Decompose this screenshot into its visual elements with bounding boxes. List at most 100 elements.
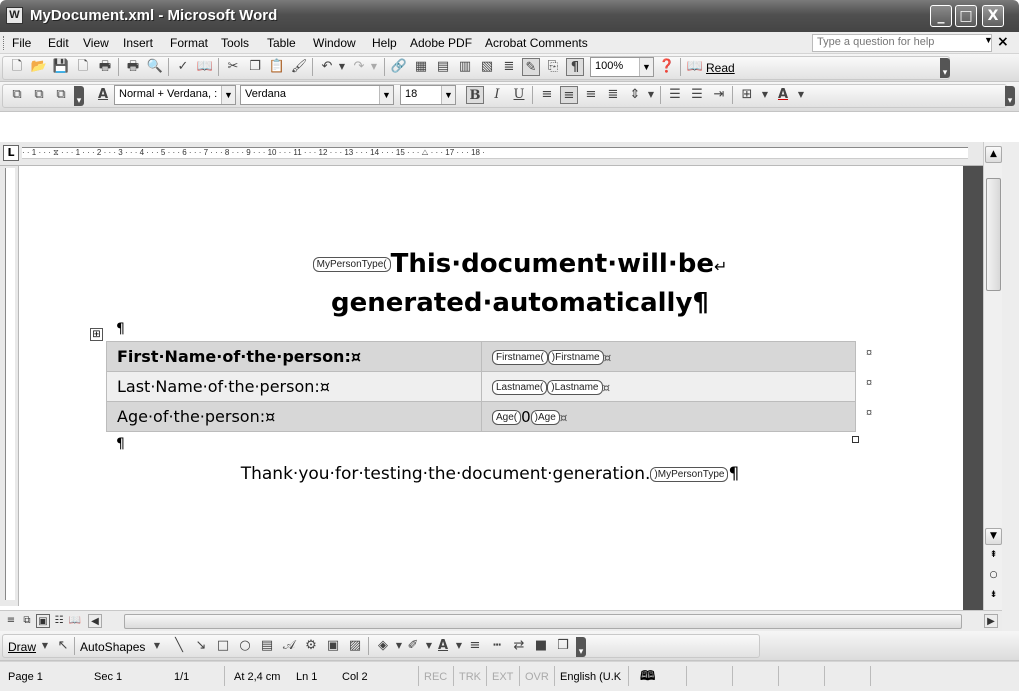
menu-window[interactable]: Window: [313, 36, 356, 50]
hyperlink-icon[interactable]: 🔗: [390, 58, 408, 76]
arrow-icon[interactable]: ↘: [192, 637, 210, 655]
xml-tag-mypersontype-close[interactable]: )MyPersonType: [650, 466, 729, 482]
spelling-icon[interactable]: ✓: [174, 58, 192, 76]
print-icon[interactable]: 🖶: [124, 58, 142, 76]
dash-style-icon[interactable]: ┅: [488, 637, 506, 655]
bold-icon[interactable]: B: [466, 86, 484, 104]
chevron-down-icon[interactable]: ▼: [379, 86, 393, 104]
toolbar-options-icon[interactable]: ▾: [74, 86, 84, 106]
columns-icon[interactable]: ▧: [478, 58, 496, 76]
document-page[interactable]: MyPersonType(This·document·will·be↵ gene…: [20, 166, 983, 610]
scroll-up-icon[interactable]: ▲: [985, 146, 1002, 163]
next-page-icon[interactable]: ⇟: [985, 588, 1002, 605]
xml-tag-firstname-close[interactable]: )Firstname: [547, 350, 604, 365]
outline-view-icon[interactable]: ☷: [52, 614, 66, 628]
justify-icon[interactable]: ≣: [604, 86, 622, 104]
close-button[interactable]: X: [982, 5, 1004, 27]
text-box-icon[interactable]: ▤: [258, 637, 276, 655]
xml-tag-age-close[interactable]: )Age: [530, 410, 560, 425]
font-select[interactable]: Verdana ▼: [240, 85, 394, 105]
xml-tag-lastname-open[interactable]: Lastname(: [492, 380, 548, 395]
chevron-down-icon[interactable]: ▼: [639, 58, 653, 76]
zoom-select[interactable]: 100% ▼: [590, 57, 654, 77]
shadow-style-icon[interactable]: ■: [532, 637, 550, 655]
font-size-select[interactable]: 18 ▼: [400, 85, 456, 105]
help-dropdown-icon[interactable]: ▼: [984, 35, 993, 45]
spelling-status-icon[interactable]: 🕮: [640, 667, 655, 689]
reveal-formatting-icon[interactable]: ⧉: [30, 86, 48, 104]
lastname-label[interactable]: Last·Name·of·the·person:¤: [106, 371, 482, 402]
insert-excel-icon[interactable]: ▥: [456, 58, 474, 76]
redo-dropdown-icon[interactable]: ▼: [365, 58, 383, 76]
web-layout-icon[interactable]: ⧉: [20, 614, 34, 628]
diagram-icon[interactable]: ⚙: [302, 637, 320, 655]
status-language[interactable]: English (U.K: [560, 671, 621, 683]
select-objects-icon[interactable]: ↖: [54, 637, 72, 655]
document-map-icon[interactable]: ⎘: [544, 58, 562, 76]
copy-icon[interactable]: ❐: [246, 58, 264, 76]
help-search-input[interactable]: Type a question for help: [812, 34, 992, 52]
line-spacing-dropdown-icon[interactable]: ▼: [642, 86, 660, 104]
status-ovr[interactable]: OVR: [525, 671, 549, 683]
open-icon[interactable]: 📂: [30, 58, 48, 76]
vertical-ruler-scale[interactable]: [5, 168, 15, 600]
menu-file[interactable]: File: [12, 36, 31, 50]
cut-icon[interactable]: ✂: [224, 58, 242, 76]
maximize-button[interactable]: □: [955, 5, 977, 27]
border-dropdown-icon[interactable]: ▼: [756, 86, 774, 104]
horizontal-scroll-thumb[interactable]: [124, 614, 962, 629]
3d-style-icon[interactable]: ❒: [554, 637, 572, 655]
clip-art-icon[interactable]: ▣: [324, 637, 342, 655]
minimize-button[interactable]: _: [930, 5, 952, 27]
chevron-down-icon[interactable]: ▼: [221, 86, 235, 104]
tables-borders-icon[interactable]: ▦: [412, 58, 430, 76]
style-select[interactable]: Normal + Verdana, : ▼: [114, 85, 236, 105]
font-color-icon[interactable]: A: [774, 86, 792, 104]
tab-selector[interactable]: L: [3, 145, 19, 161]
scroll-down-icon[interactable]: ▼: [985, 528, 1002, 545]
drawing-icon[interactable]: ✎: [522, 58, 540, 76]
toolbar-options-icon[interactable]: ▾: [940, 58, 950, 78]
horizontal-scrollbar[interactable]: ≡ ⧉ ▣ ☷ 📖 ◀ ▶: [0, 610, 1002, 631]
lastname-cell[interactable]: Lastname()Lastname ¤: [481, 371, 856, 402]
menu-edit[interactable]: Edit: [48, 36, 69, 50]
undo-dropdown-icon[interactable]: ▼: [333, 58, 351, 76]
menu-view[interactable]: View: [83, 36, 109, 50]
research-icon[interactable]: 📖: [196, 58, 214, 76]
vertical-scrollbar[interactable]: ▲ ▼ ⇞ ○ ⇟: [983, 142, 1002, 610]
closing-paragraph[interactable]: Thank·you·for·testing·the·document·gener…: [120, 464, 860, 484]
align-left-icon[interactable]: ≡: [538, 86, 556, 104]
draw-dropdown-icon[interactable]: ▼: [36, 637, 54, 655]
bullets-icon[interactable]: ☰: [688, 86, 706, 104]
firstname-cell[interactable]: Firstname()Firstname ¤: [481, 341, 856, 372]
indent-icon[interactable]: ⇥: [710, 86, 728, 104]
line-style-icon[interactable]: ≡: [466, 637, 484, 655]
print-layout-icon[interactable]: ▣: [36, 614, 50, 628]
status-trk[interactable]: TRK: [459, 671, 481, 683]
ruler-scale[interactable]: · · 1 · · · ⧖ · · · 1 · · · 2 · · · 3 · …: [22, 147, 968, 159]
menu-table[interactable]: Table: [267, 36, 296, 50]
new-document-icon[interactable]: 🗋: [8, 58, 26, 76]
age-label[interactable]: Age·of·the·person:¤: [106, 401, 482, 432]
xml-tag-lastname-close[interactable]: )Lastname: [547, 380, 603, 395]
permission-icon[interactable]: 🗋: [74, 58, 92, 76]
toolbar-options-icon[interactable]: ▾: [576, 637, 586, 657]
wordart-icon[interactable]: 𝒜: [280, 637, 298, 655]
styles-icon[interactable]: A: [94, 86, 112, 104]
align-right-icon[interactable]: ≡: [582, 86, 600, 104]
read-button[interactable]: Read: [706, 61, 735, 75]
select-browse-object-icon[interactable]: ○: [985, 568, 1002, 585]
chevron-down-icon[interactable]: ▼: [441, 86, 455, 104]
line-icon[interactable]: ╲: [170, 637, 188, 655]
styles-formatting-icon[interactable]: ⧉: [8, 86, 26, 104]
normal-view-icon[interactable]: ≡: [4, 614, 18, 628]
menu-tools[interactable]: Tools: [221, 36, 249, 50]
autoshapes-button[interactable]: AutoShapes: [80, 640, 145, 654]
scroll-left-icon[interactable]: ◀: [88, 614, 102, 628]
table-move-handle-icon[interactable]: ⊞: [90, 328, 103, 341]
scroll-right-icon[interactable]: ▶: [984, 614, 998, 628]
rectangle-icon[interactable]: □: [214, 637, 232, 655]
vertical-scroll-thumb[interactable]: [986, 178, 1001, 291]
close-document-icon[interactable]: ×: [997, 34, 1009, 50]
firstname-label[interactable]: First·Name·of·the·person:¤: [106, 341, 482, 372]
